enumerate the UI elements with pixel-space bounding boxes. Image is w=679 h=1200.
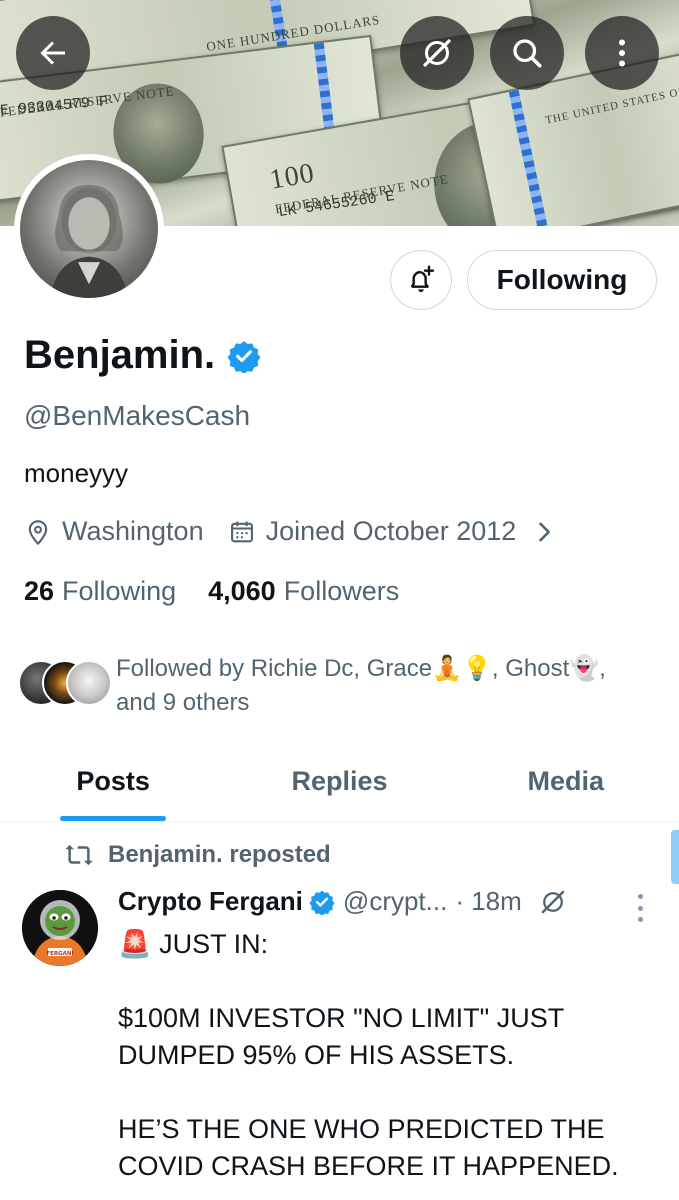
followers-stat[interactable]: 4,060 Followers bbox=[208, 576, 399, 607]
display-name: Benjamin. bbox=[24, 333, 216, 377]
post-author-handle[interactable]: @crypt... bbox=[343, 886, 447, 917]
repost-icon bbox=[65, 844, 93, 866]
repost-indicator: Benjamin. reposted bbox=[64, 840, 331, 870]
notifications-button[interactable] bbox=[390, 250, 452, 310]
profile-stats: 26 Following 4,060 Followers bbox=[24, 576, 399, 607]
profile-handle: @BenMakesCash bbox=[24, 400, 251, 431]
post-header: Crypto Fergani @crypt... · 18m bbox=[118, 886, 568, 917]
followers-count: 4,060 bbox=[208, 576, 276, 606]
banner-bill-denomination: 100 bbox=[267, 157, 318, 196]
bell-plus-icon bbox=[410, 265, 435, 292]
post-author-name[interactable]: Crypto Fergani bbox=[118, 886, 303, 917]
avatar-portrait bbox=[20, 160, 158, 298]
followed-by-avatars[interactable] bbox=[18, 652, 114, 712]
portrait-illustration bbox=[50, 184, 128, 298]
post-author-avatar[interactable]: FERGANI bbox=[22, 890, 98, 966]
tab-replies[interactable]: Replies bbox=[226, 742, 452, 821]
follower-avatar bbox=[66, 660, 112, 706]
name-row: Benjamin. bbox=[24, 333, 261, 378]
post-timestamp[interactable]: · 18m bbox=[455, 886, 521, 917]
arrow-left-icon bbox=[40, 41, 65, 65]
more-dot bbox=[637, 917, 643, 922]
scrollbar[interactable] bbox=[671, 830, 679, 884]
more-dot bbox=[637, 905, 643, 911]
verified-badge-icon[interactable] bbox=[227, 339, 261, 373]
astronaut-frog-illustration: FERGANI bbox=[22, 890, 98, 966]
post-text-line: HE’S THE ONE WHO PREDICTED THE COVID CRA… bbox=[118, 1114, 619, 1181]
tab-posts[interactable]: Posts bbox=[0, 742, 226, 821]
location-pin-icon bbox=[28, 519, 48, 545]
post-text: 🚨 JUST IN: $100M INVESTOR "NO LIMIT" JUS… bbox=[118, 926, 638, 1185]
following-button[interactable]: Following bbox=[467, 250, 657, 310]
following-count: 26 bbox=[24, 576, 55, 606]
profile-meta: Washington Joined October 2012 bbox=[24, 516, 558, 547]
grok-icon bbox=[423, 39, 451, 67]
more-button[interactable] bbox=[585, 16, 659, 90]
following-label: Following bbox=[62, 576, 177, 606]
profile-bio: moneyyy bbox=[24, 458, 129, 488]
profile-tabs: Posts Replies Media bbox=[0, 742, 679, 822]
calendar-icon bbox=[230, 521, 253, 542]
followed-by-text[interactable]: Followed by Richie Dc, Grace🧘💡, Ghost👻, … bbox=[116, 652, 636, 720]
post-more-button[interactable] bbox=[632, 890, 648, 926]
repost-label[interactable]: Benjamin. reposted bbox=[108, 841, 331, 869]
followers-label: Followers bbox=[283, 576, 400, 606]
more-vertical-icon bbox=[619, 39, 625, 67]
profile-location: Washington bbox=[62, 516, 204, 546]
avatar-badge-text: FERGANI bbox=[46, 951, 73, 957]
back-button[interactable] bbox=[16, 16, 90, 90]
tab-media[interactable]: Media bbox=[453, 742, 679, 821]
profile-avatar[interactable] bbox=[14, 154, 164, 304]
following-stat[interactable]: 26 Following bbox=[24, 576, 176, 607]
post-text-line: $100M INVESTOR "NO LIMIT" JUST DUMPED 95… bbox=[118, 1003, 564, 1070]
more-dot bbox=[637, 894, 643, 899]
grok-icon[interactable] bbox=[538, 887, 568, 917]
search-button[interactable] bbox=[490, 16, 564, 90]
grok-button[interactable] bbox=[400, 16, 474, 90]
search-icon bbox=[513, 39, 542, 68]
verified-badge-icon[interactable] bbox=[309, 889, 335, 915]
post-text-line: 🚨 JUST IN: bbox=[118, 929, 269, 959]
chevron-right-icon[interactable] bbox=[530, 518, 558, 546]
profile-joined: Joined October 2012 bbox=[265, 516, 517, 546]
